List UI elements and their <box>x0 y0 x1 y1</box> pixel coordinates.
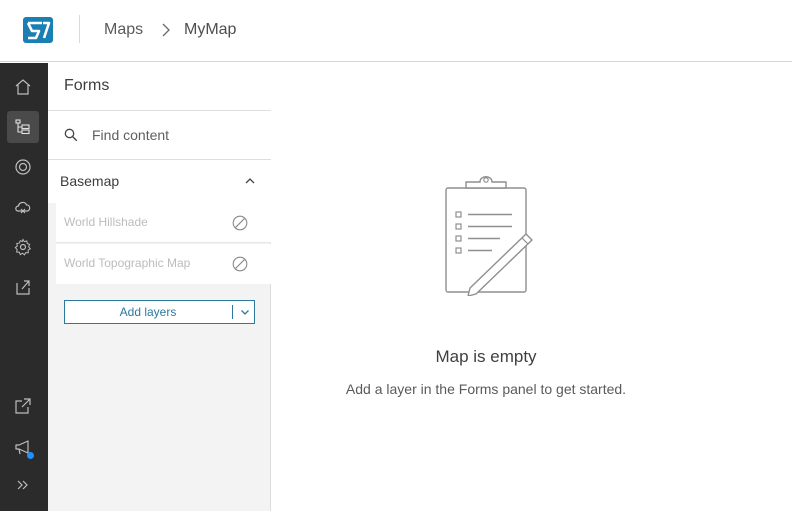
map-canvas: Map is empty Add a layer in the Forms pa… <box>272 63 792 511</box>
layer-row[interactable]: World Topographic Map <box>56 244 271 284</box>
home-icon <box>15 79 31 95</box>
rail-cloud-button[interactable] <box>7 191 39 223</box>
expand-icon <box>17 480 28 490</box>
empty-state-title: Map is empty <box>435 347 537 366</box>
rail-layers-button[interactable] <box>7 111 39 143</box>
add-layers-split-button: Add layers <box>64 300 255 324</box>
search-box <box>48 111 271 160</box>
target-icon <box>15 159 31 175</box>
chevron-up-icon[interactable] <box>244 175 256 187</box>
basemap-title: Basemap <box>60 173 120 189</box>
disabled-icon <box>232 256 248 272</box>
search-icon <box>64 128 78 142</box>
left-rail <box>0 63 48 511</box>
rail-share-button[interactable] <box>7 271 39 303</box>
add-layers-button[interactable]: Add layers <box>65 301 231 323</box>
header-divider <box>79 15 80 43</box>
share-icon <box>16 280 30 295</box>
split-divider <box>232 305 233 319</box>
layer-label: World Hillshade <box>64 215 148 229</box>
rail-announcement-button[interactable] <box>7 431 39 463</box>
disabled-icon <box>232 215 248 231</box>
basemap-section-header[interactable]: Basemap <box>48 160 271 203</box>
chevron-right-icon <box>162 23 170 37</box>
layer-row[interactable]: World Hillshade <box>56 203 271 243</box>
panel-title: Forms <box>64 77 110 94</box>
rail-settings-button[interactable] <box>7 231 39 263</box>
rail-target-button[interactable] <box>7 151 39 183</box>
breadcrumb-mymap: MyMap <box>184 21 237 38</box>
app-logo-icon[interactable] <box>22 16 54 44</box>
gear-icon <box>14 238 32 256</box>
app-header: Maps MyMap <box>0 0 792 62</box>
notification-dot <box>27 452 34 459</box>
clipboard-icon <box>445 176 533 296</box>
empty-state-subtitle: Add a layer in the Forms panel to get st… <box>345 381 627 397</box>
panel-header: Forms <box>48 63 271 111</box>
cloud-icon <box>15 201 31 214</box>
layer-label: World Topographic Map <box>64 256 191 270</box>
open-external-icon <box>15 398 31 414</box>
layers-tree-icon <box>15 119 30 135</box>
breadcrumb-maps[interactable]: Maps <box>104 20 143 40</box>
search-input[interactable] <box>92 124 262 146</box>
rail-expand-button[interactable] <box>7 469 39 501</box>
add-layers-dropdown[interactable] <box>236 301 254 323</box>
forms-panel: Forms Basemap World Hillshade World Topo… <box>48 63 271 511</box>
rail-open-external-button[interactable] <box>7 390 39 422</box>
rail-home-button[interactable] <box>7 71 39 103</box>
chevron-down-icon <box>241 310 249 315</box>
